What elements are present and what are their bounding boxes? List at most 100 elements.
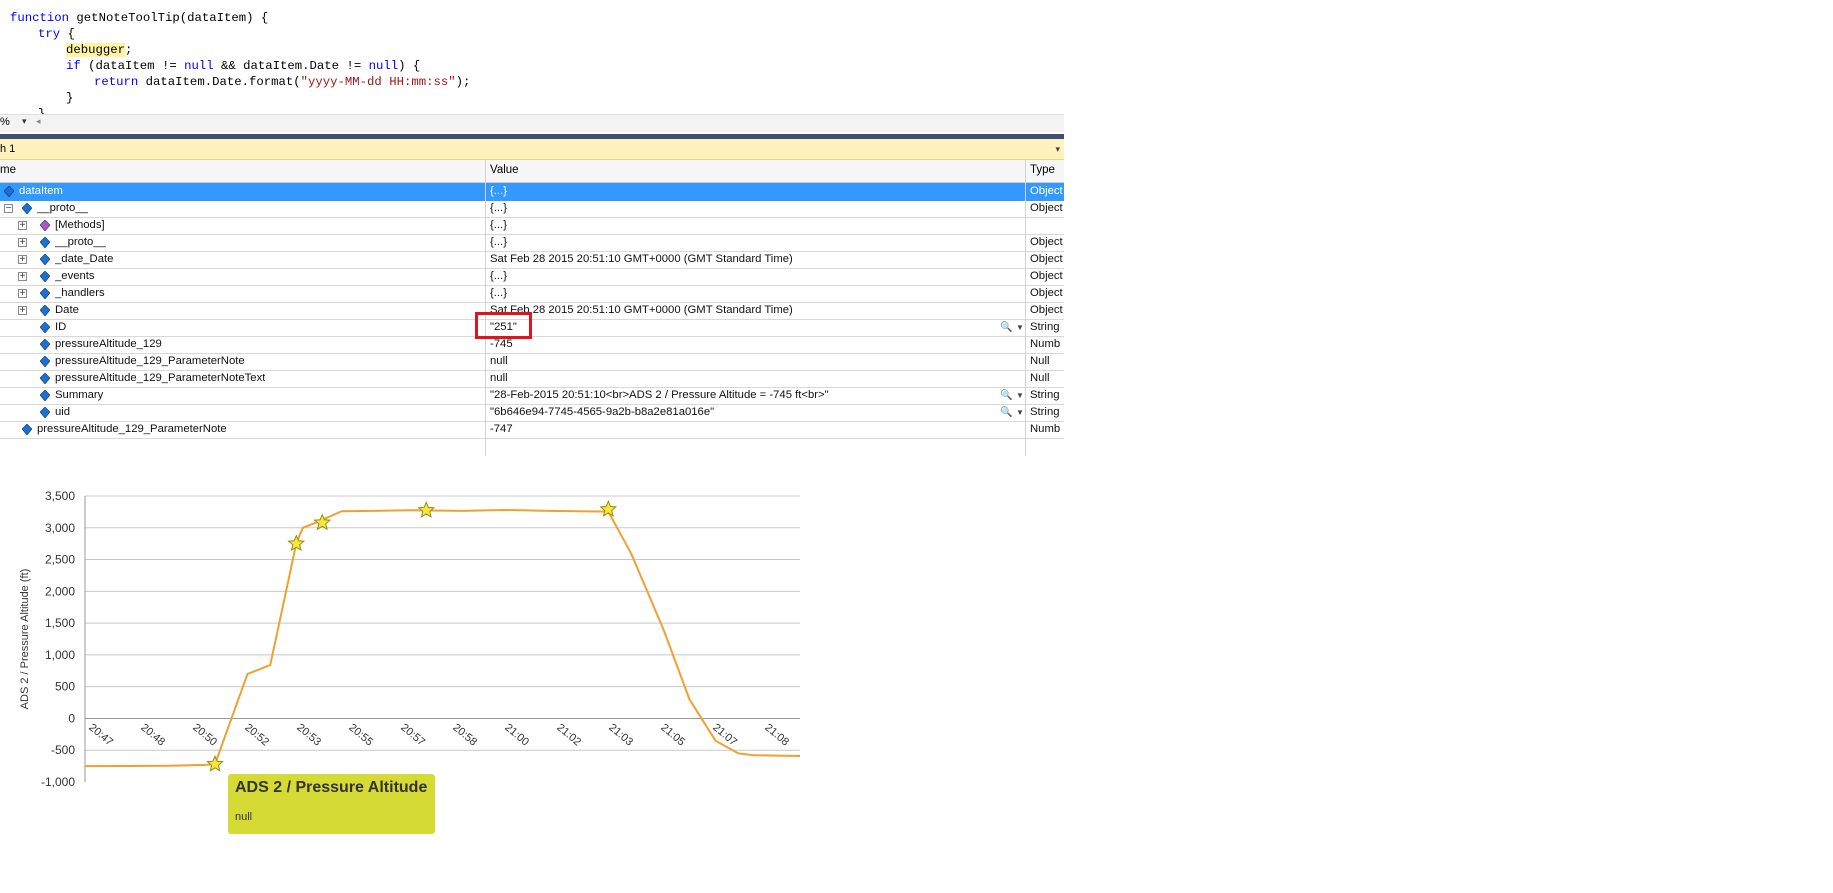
watch-value[interactable]: {...} — [490, 268, 990, 285]
watch-row[interactable]: pressureAltitude_129 -745 Numb — [0, 336, 1064, 354]
watch-row[interactable]: + Date Sat Feb 28 2015 20:51:10 GMT+0000 (… — [0, 302, 1064, 320]
watch-row[interactable]: + _events {...} Object — [0, 268, 1064, 286]
watch-value[interactable]: Sat Feb 28 2015 20:51:10 GMT+0000 (GMT S… — [490, 251, 990, 268]
watch-value[interactable]: {...} — [490, 200, 990, 217]
watch-row[interactable]: Summary "28-Feb-2015 20:51:10<br>ADS 2 / … — [0, 387, 1064, 405]
zoom-bar: % ▾ ◂ — [0, 114, 1064, 132]
watch-row[interactable]: + [Methods] {...} — [0, 217, 1064, 235]
x-tick-label: 20:58 — [450, 722, 479, 749]
x-tick-label: 20:48 — [138, 722, 167, 749]
watch-value[interactable]: Sat Feb 28 2015 20:51:10 GMT+0000 (GMT S… — [490, 302, 990, 319]
expand-icon[interactable]: + — [18, 238, 27, 248]
watch-name: pressureAltitude_129 — [55, 338, 162, 350]
visualizer-dropdown-icon[interactable]: ▼ — [1016, 387, 1024, 404]
watch-type: Null — [1030, 372, 1050, 384]
code-line-4: if (dataItem != null && dataItem.Date !=… — [66, 58, 420, 74]
watch-row[interactable]: pressureAltitude_129_ParameterNoteText nu… — [0, 370, 1064, 388]
code-editor[interactable]: function getNoteToolTip(dataItem) { try … — [0, 0, 1064, 114]
code-line-1: function getNoteToolTip(dataItem) { — [10, 10, 268, 26]
x-tick-label: 21:03 — [606, 722, 635, 749]
watch-value[interactable]: "251" — [490, 319, 990, 336]
expand-icon[interactable]: + — [18, 306, 27, 316]
watch-name: pressureAltitude_129_ParameterNote — [55, 355, 245, 367]
watch-type: Numb — [1030, 338, 1061, 350]
y-tick-label: -1,000 — [41, 775, 75, 789]
watch-type: Object — [1030, 236, 1063, 248]
y-tick-label: 3,000 — [45, 521, 75, 535]
property-icon — [40, 322, 50, 333]
watch-value[interactable]: {...} — [490, 285, 990, 302]
watch-row[interactable]: pressureAltitude_129_ParameterNote -747 Nu… — [0, 421, 1064, 439]
zoom-dropdown-icon[interactable]: ▾ — [22, 116, 27, 127]
watch-value[interactable]: "28-Feb-2015 20:51:10<br>ADS 2 / Pressur… — [490, 387, 990, 404]
watch-name: uid — [55, 406, 71, 418]
property-icon — [40, 373, 50, 384]
column-divider[interactable] — [485, 160, 486, 456]
column-header-name[interactable]: me — [0, 164, 16, 176]
tooltip-title: ADS 2 / Pressure Altitude — [235, 779, 428, 796]
property-icon — [40, 305, 50, 316]
watch-type: Object — [1030, 270, 1063, 282]
scroll-left-icon[interactable]: ◂ — [36, 116, 41, 127]
x-tick-label: 21:00 — [502, 722, 531, 749]
code-line-2: try { — [38, 26, 75, 42]
watch-value[interactable]: null — [490, 370, 990, 387]
visualizer-magnifier-icon[interactable]: 🔍 — [1000, 319, 1012, 336]
watch-row[interactable]: + __proto__ {...} Object — [0, 234, 1064, 252]
code-line-7: } — [38, 106, 45, 114]
watch-name: _events — [55, 270, 95, 282]
y-tick-label: 1,500 — [45, 616, 75, 630]
watch-value[interactable]: -745 — [490, 336, 990, 353]
property-icon — [40, 254, 50, 265]
x-tick-label: 20:53 — [294, 722, 323, 749]
visualizer-dropdown-icon[interactable]: ▼ — [1016, 404, 1024, 421]
watch-row[interactable]: pressureAltitude_129_ParameterNote null Nu… — [0, 353, 1064, 371]
property-icon — [40, 407, 50, 418]
watch-row[interactable]: + _date_Date Sat Feb 28 2015 20:51:10 GMT+… — [0, 251, 1064, 269]
watch-row[interactable]: dataItem {...} Object — [0, 183, 1064, 201]
expand-icon[interactable]: + — [18, 272, 27, 282]
expand-icon[interactable]: + — [18, 255, 27, 265]
watch-name: ID — [55, 321, 67, 333]
watch-type: Object — [1030, 202, 1063, 214]
column-header-type[interactable]: Type — [1030, 164, 1055, 176]
visualizer-magnifier-icon[interactable]: 🔍 — [1000, 387, 1012, 404]
code-text: ); — [455, 75, 471, 89]
watch-row[interactable]: ID "251" 🔍 ▼ String — [0, 319, 1064, 337]
code-keyword: try — [38, 27, 61, 41]
watch-value[interactable]: {...} — [490, 217, 990, 234]
visualizer-magnifier-icon[interactable]: 🔍 — [1000, 404, 1012, 421]
watch-name: _handlers — [55, 287, 105, 299]
expand-icon[interactable]: + — [18, 289, 27, 299]
watch-grid-header: me Value Type — [0, 160, 1064, 183]
watch-value[interactable]: {...} — [490, 183, 990, 200]
watch-name: _date_Date — [55, 253, 114, 265]
visualizer-dropdown-icon[interactable]: ▼ — [1016, 319, 1024, 336]
expand-icon[interactable]: + — [18, 221, 27, 231]
tooltip-body: null — [235, 811, 253, 823]
watch-window-title-bar: h 1 ▾ — [0, 139, 1064, 160]
column-divider[interactable] — [1025, 160, 1026, 456]
column-header-value[interactable]: Value — [490, 164, 519, 176]
watch-value[interactable]: {...} — [490, 234, 990, 251]
watch-window-title: h 1 — [0, 143, 16, 155]
watch-row[interactable]: + _handlers {...} Object — [0, 285, 1064, 303]
x-tick-label: 20:55 — [346, 722, 375, 749]
watch-value[interactable]: -747 — [490, 421, 990, 438]
code-text: getNoteToolTip(dataItem) { — [69, 11, 269, 25]
property-icon — [40, 356, 50, 367]
watch-row[interactable]: uid "6b646e94-7745-4565-9a2b-b8a2e81a016e… — [0, 404, 1064, 422]
watch-row[interactable]: − __proto__ {...} Object — [0, 200, 1064, 218]
code-line-3: debugger; — [66, 42, 132, 58]
watch-type: String — [1030, 389, 1060, 401]
property-icon — [40, 237, 50, 248]
collapse-icon[interactable]: − — [4, 204, 13, 214]
x-tick-label: 20:47 — [86, 722, 115, 749]
watch-value[interactable]: null — [490, 353, 990, 370]
code-text: dataItem.Date.format( — [138, 75, 301, 89]
watch-value[interactable]: "6b646e94-7745-4565-9a2b-b8a2e81a016e" — [490, 404, 990, 421]
zoom-level[interactable]: % — [0, 116, 10, 128]
code-keyword: return — [94, 75, 139, 89]
window-position-dropdown-icon[interactable]: ▾ — [1055, 139, 1060, 159]
code-text: } — [38, 107, 46, 114]
